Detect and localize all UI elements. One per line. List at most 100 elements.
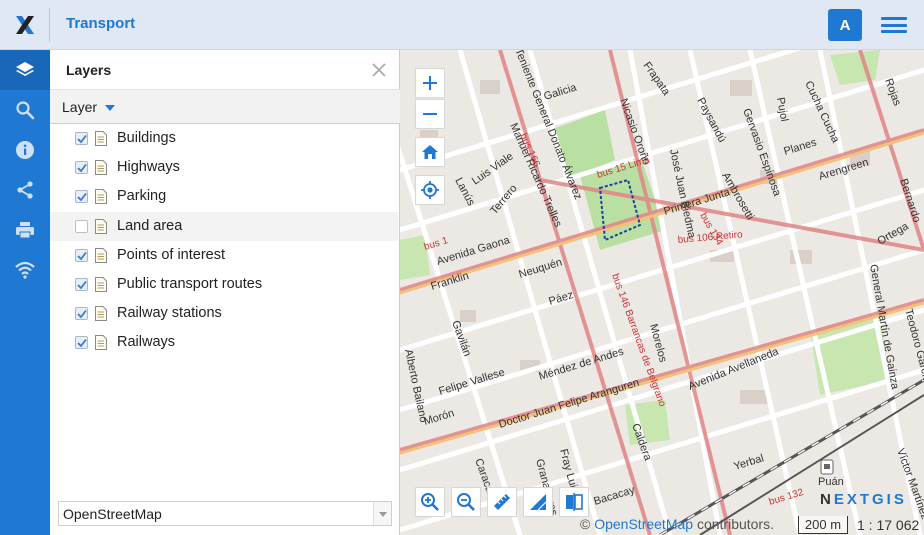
check-icon: [77, 164, 87, 173]
map-canvas[interactable]: Avenida Gaona Franklin Neuquén Páez Feli…: [400, 50, 924, 535]
document-icon: [95, 247, 107, 263]
street-label: José Juan Biedma: [667, 148, 698, 240]
close-icon[interactable]: [368, 59, 390, 81]
layer-checkbox[interactable]: [75, 132, 88, 145]
street-label: Neuquén: [517, 256, 563, 281]
street-label: Páez: [547, 289, 574, 308]
layers-panel: Layers Layer Buildings Highways Parking Lan…: [50, 50, 400, 535]
layer-checkbox[interactable]: [75, 307, 88, 321]
street-label: Yerbal: [732, 452, 765, 472]
layer-row[interactable]: Highways: [50, 153, 398, 182]
nextgis-x-icon[interactable]: [0, 0, 50, 50]
document-icon: [95, 218, 107, 234]
zoom-out-tool-button[interactable]: [451, 487, 481, 517]
left-rail: [0, 50, 50, 535]
nextgis-logo: NEXTGIS: [820, 491, 907, 508]
layer-checkbox[interactable]: [75, 161, 88, 175]
minus-icon: [423, 113, 437, 115]
layer-name: Railway stations: [117, 305, 222, 322]
print-icon: [16, 222, 34, 239]
layer-checkbox[interactable]: [75, 248, 88, 262]
wifi-icon: [15, 261, 35, 279]
layer-row[interactable]: Public transport routes: [50, 270, 398, 299]
document-icon: [95, 131, 107, 146]
rail-wifi-button[interactable]: [0, 250, 50, 290]
area-icon: [530, 494, 547, 511]
layer-row[interactable]: Parking: [50, 182, 398, 211]
layer-name: Land area: [117, 217, 183, 234]
street-label: Cucha Cucha: [802, 79, 841, 145]
zoom-in-icon: [421, 493, 439, 511]
scale-bar: 200 m: [798, 516, 848, 534]
check-icon: [77, 339, 87, 348]
layer-row[interactable]: Land area: [50, 211, 398, 241]
rail-search-button[interactable]: [0, 90, 50, 130]
basemap-value: OpenStreetMap: [63, 506, 162, 522]
layer-column-header[interactable]: Layer: [50, 90, 400, 124]
zoom-out-button[interactable]: [415, 99, 445, 129]
document-icon: [95, 335, 107, 351]
layer-name: Highways: [117, 159, 180, 176]
rail-info-button[interactable]: [0, 130, 50, 170]
map-attribution: © OpenStreetMap contributors.: [580, 516, 774, 532]
zoom-in-button[interactable]: [415, 68, 445, 98]
street-label: Víctor Martínez: [894, 447, 924, 521]
hamburger-icon[interactable]: [880, 14, 908, 36]
layer-checkbox[interactable]: [75, 219, 88, 233]
check-icon: [77, 134, 87, 144]
home-button[interactable]: [415, 137, 445, 167]
rail-print-button[interactable]: [0, 210, 50, 250]
layer-name: Railways: [117, 334, 176, 351]
swipe-compare-button[interactable]: [559, 487, 589, 517]
chevron-down-icon[interactable]: [373, 502, 391, 525]
check-icon: [77, 193, 87, 202]
street-label: Puán: [818, 476, 844, 488]
street-label: Pujol: [774, 96, 790, 122]
panel-header: Layers: [50, 50, 400, 90]
check-icon: [77, 310, 87, 319]
swipe-icon: [566, 493, 583, 511]
basemap-select[interactable]: OpenStreetMap: [58, 501, 392, 526]
header-divider: [49, 8, 50, 42]
zoom-in-tool-button[interactable]: [415, 487, 445, 517]
street-label: Gavilán: [449, 319, 473, 358]
info-icon: [16, 141, 34, 159]
layer-column-label: Layer: [62, 99, 98, 115]
layer-name: Buildings: [117, 130, 176, 146]
chevron-down-icon[interactable]: [105, 105, 115, 111]
layer-name: Public transport routes: [117, 276, 263, 292]
layer-checkbox[interactable]: [75, 190, 88, 204]
layer-row[interactable]: Railway stations: [50, 299, 398, 328]
street-label: Galicia: [542, 81, 579, 103]
measure-area-button[interactable]: [523, 487, 553, 517]
document-icon: [95, 306, 107, 322]
street-label: Alberto Bailano: [402, 348, 429, 423]
check-icon: [77, 251, 87, 261]
street-label: Bernardo: [897, 177, 922, 224]
locate-button[interactable]: [415, 175, 445, 205]
scale-ratio: 1 : 17 062: [857, 517, 920, 533]
map-view[interactable]: Avenida Gaona Franklin Neuquén Páez Feli…: [400, 50, 924, 535]
plus-icon: [423, 76, 437, 90]
layer-row[interactable]: Points of interest: [50, 241, 398, 270]
layers-icon: [16, 62, 34, 76]
layer-row[interactable]: Buildings: [50, 124, 398, 153]
rail-share-button[interactable]: [0, 170, 50, 210]
layer-checkbox[interactable]: [75, 278, 88, 291]
openstreetmap-link[interactable]: OpenStreetMap: [594, 516, 693, 532]
layer-checkbox[interactable]: [75, 336, 88, 350]
rail-layers-button[interactable]: [0, 50, 50, 90]
check-icon: [77, 280, 87, 290]
home-icon: [422, 145, 438, 159]
layer-name: Points of interest: [117, 246, 225, 263]
street-label: Planes: [782, 136, 818, 157]
user-avatar-button[interactable]: A: [828, 9, 862, 41]
street-label: Rojas: [882, 77, 903, 108]
layer-row[interactable]: Railways: [50, 328, 398, 357]
document-icon: [95, 160, 107, 176]
measure-distance-button[interactable]: [487, 487, 517, 517]
share-icon: [17, 181, 33, 199]
zoom-out-icon: [457, 493, 475, 511]
app-title: Transport: [66, 15, 136, 32]
crosshair-icon: [421, 181, 439, 199]
